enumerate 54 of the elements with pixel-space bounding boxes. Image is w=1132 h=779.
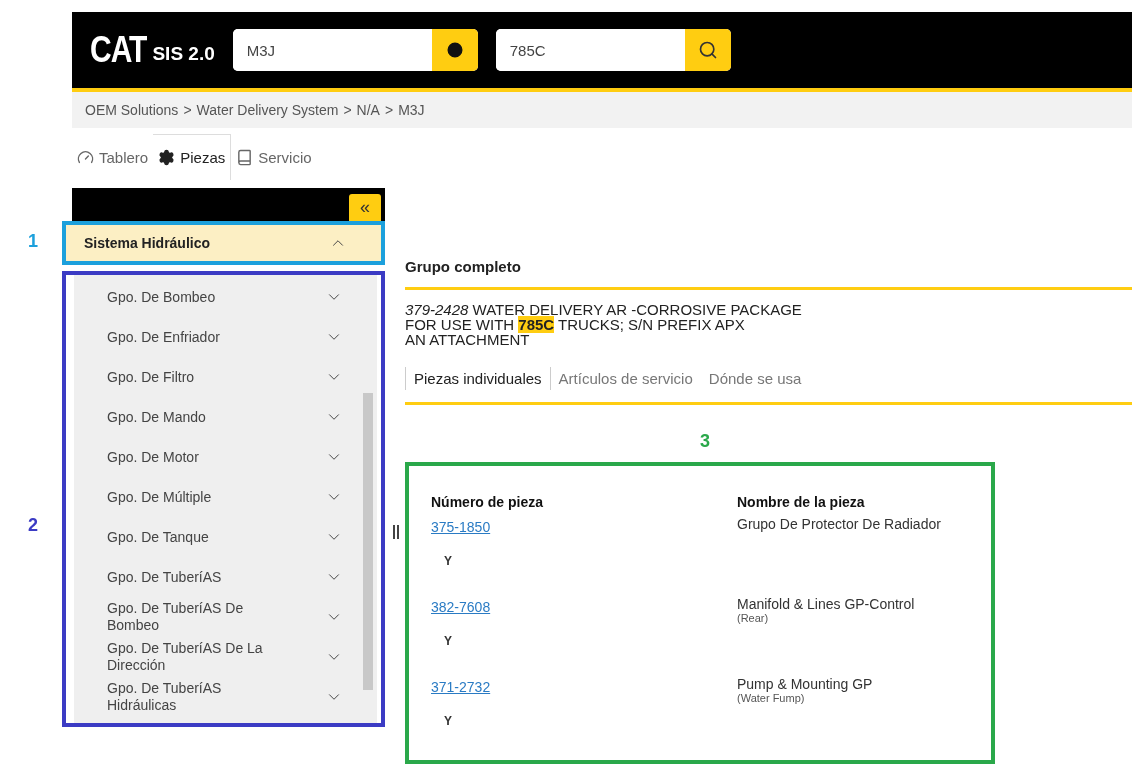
tab[interactable]: Artículos de servicio: [550, 367, 701, 390]
annotation-number: 1: [28, 231, 38, 252]
group-item[interactable]: Gpo. De Tanque: [74, 517, 377, 557]
group-item[interactable]: Gpo. De TuberíAS De Bombeo: [74, 597, 377, 637]
group-item[interactable]: Gpo. De Motor: [74, 437, 377, 477]
tab[interactable]: Dónde se usa: [700, 367, 810, 390]
group-title: Grupo completo: [405, 258, 1132, 290]
breadcrumb-separator: >: [343, 102, 352, 118]
group-item[interactable]: Gpo. De Filtro: [74, 357, 377, 397]
connector-label: Y: [444, 554, 452, 568]
column-header: Número de pieza: [431, 494, 545, 510]
group-item[interactable]: Gpo. De Bombeo: [74, 277, 377, 317]
collapse-button[interactable]: «: [349, 194, 381, 221]
gear-icon: [158, 149, 176, 166]
search-button[interactable]: [684, 29, 731, 71]
compass-button[interactable]: [431, 29, 478, 71]
tab[interactable]: Piezas: [153, 134, 232, 180]
search-icon: [697, 40, 718, 60]
column-header: Nombre de la pieza: [737, 494, 866, 510]
tab[interactable]: Piezas individuales: [405, 367, 551, 390]
part-name: Pump & Mounting GP: [737, 676, 874, 692]
resize-grip-icon[interactable]: [393, 525, 399, 539]
group-item[interactable]: Gpo. De TuberíAS: [74, 557, 377, 597]
group-item[interactable]: Gpo. De Mando: [74, 397, 377, 437]
part-name: Manifold & Lines GP-Control: [737, 596, 916, 612]
annotation-number: 2: [28, 515, 38, 536]
annotation-number: 3: [700, 431, 710, 451]
part-note: (Rear): [737, 612, 770, 624]
section-header[interactable]: Sistema Hidráulico: [66, 225, 381, 261]
product-name: SIS 2.0: [152, 43, 215, 65]
breadcrumb-item[interactable]: Water Delivery System: [196, 102, 339, 118]
book-icon: [236, 149, 254, 166]
gauge-icon: [77, 149, 94, 166]
part-number-link[interactable]: 375-1850: [431, 519, 491, 535]
breadcrumb-item[interactable]: OEM Solutions: [85, 102, 179, 118]
scrollbar[interactable]: [363, 393, 373, 690]
breadcrumb-separator: >: [384, 102, 394, 118]
serial-field[interactable]: M3J: [232, 29, 478, 71]
group-item[interactable]: Gpo. De TuberíAS De La Dirección: [74, 637, 377, 677]
connector-label: Y: [444, 634, 452, 648]
part-number-link[interactable]: 382-7608: [431, 599, 491, 615]
group-item[interactable]: Gpo. De TuberíAS Hidráulicas: [74, 677, 377, 717]
group-description: 379-2428 WATER DELIVERY AR -CORROSIVE PACKAGE FOR USE WITH 785C TRUCKS; S/N PREFIX APX AN ATTACHMENT: [405, 302, 803, 347]
model-field[interactable]: 785C: [495, 29, 731, 71]
connector-label: Y: [444, 714, 452, 728]
logo: CAT: [90, 29, 147, 71]
group-item[interactable]: Gpo. De Múltiple: [74, 477, 377, 517]
breadcrumb-item[interactable]: N/A: [356, 102, 380, 118]
breadcrumb-item[interactable]: M3J: [398, 102, 425, 118]
part-note: (Water Fump): [737, 692, 806, 704]
breadcrumb-separator: >: [183, 102, 192, 118]
part-name: Grupo De Protector De Radiador: [737, 516, 942, 532]
part-number-link[interactable]: 371-2732: [431, 679, 491, 695]
group-item[interactable]: Gpo. De Enfriador: [74, 317, 377, 357]
